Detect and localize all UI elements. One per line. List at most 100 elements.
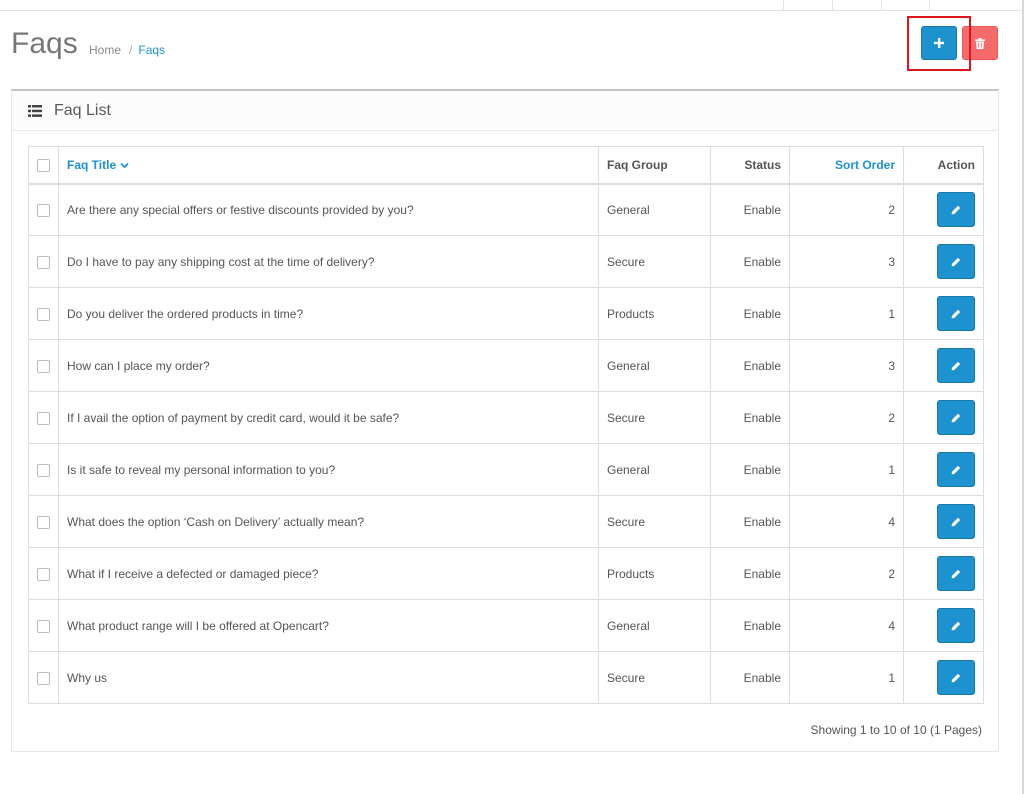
row-select-cell xyxy=(28,235,59,288)
edit-button[interactable] xyxy=(937,504,975,539)
faq-group-cell: Secure xyxy=(598,391,711,444)
sort-order-cell: 2 xyxy=(789,391,904,444)
row-checkbox[interactable] xyxy=(37,359,50,373)
pencil-icon xyxy=(951,413,961,422)
pencil-icon xyxy=(951,465,961,474)
page-title: Faqs xyxy=(11,27,78,60)
faq-group-cell: Secure xyxy=(598,495,711,548)
action-cell xyxy=(903,235,984,288)
top-bar-divider xyxy=(783,0,784,11)
faq-group-cell: Secure xyxy=(598,235,711,288)
faq-list-panel: Faq List Faq Title Faq Group Status Sort… xyxy=(11,89,999,752)
status-cell: Enable xyxy=(710,391,790,444)
sort-order-cell: 4 xyxy=(789,599,904,652)
edit-button[interactable] xyxy=(937,192,975,228)
row-select-cell xyxy=(28,339,59,392)
sort-order-cell: 1 xyxy=(789,287,904,340)
breadcrumb-home-link[interactable]: Home xyxy=(89,43,121,57)
table-row: How can I place my order? General Enable 3 xyxy=(28,339,984,392)
row-select-cell xyxy=(28,547,59,600)
action-cell xyxy=(903,495,984,548)
edit-button[interactable] xyxy=(937,244,975,279)
column-header-status: Status xyxy=(710,146,790,185)
pencil-icon xyxy=(951,673,961,682)
status-cell: Enable xyxy=(710,287,790,340)
table-row: What does the option ‘Cash on Delivery’ … xyxy=(28,495,984,548)
column-header-title[interactable]: Faq Title xyxy=(58,146,599,185)
status-cell: Enable xyxy=(710,495,790,548)
column-header-title-label: Faq Title xyxy=(67,157,117,172)
faq-title-cell: Are there any special offers or festive … xyxy=(58,183,599,236)
status-cell: Enable xyxy=(710,599,790,652)
breadcrumb-separator: / xyxy=(129,43,133,57)
faq-group-cell: Products xyxy=(598,547,711,600)
pencil-icon xyxy=(951,309,961,318)
sort-order-cell: 2 xyxy=(789,547,904,600)
faq-title-cell: What does the option ‘Cash on Delivery’ … xyxy=(58,495,599,548)
table-row: If I avail the option of payment by cred… xyxy=(28,391,984,444)
faq-group-cell: Products xyxy=(598,287,711,340)
row-select-cell xyxy=(28,495,59,548)
edit-button[interactable] xyxy=(937,608,975,643)
action-cell xyxy=(903,651,984,704)
row-checkbox[interactable] xyxy=(37,307,50,321)
table-header-row: Faq Title Faq Group Status Sort Order Ac… xyxy=(28,146,984,185)
faq-title-cell: Why us xyxy=(58,651,599,704)
table-row: What if I receive a defected or damaged … xyxy=(28,547,984,600)
faq-group-cell: General xyxy=(598,443,711,496)
row-select-cell xyxy=(28,651,59,704)
edit-button[interactable] xyxy=(937,296,975,331)
row-checkbox[interactable] xyxy=(37,411,50,425)
pencil-icon xyxy=(951,569,961,578)
edit-button[interactable] xyxy=(937,660,975,695)
faq-group-cell: General xyxy=(598,339,711,392)
status-cell: Enable xyxy=(710,547,790,600)
action-cell xyxy=(903,183,984,236)
sort-order-cell: 1 xyxy=(789,651,904,704)
top-bar xyxy=(0,0,1024,11)
row-select-cell xyxy=(28,287,59,340)
faq-title-cell: If I avail the option of payment by cred… xyxy=(58,391,599,444)
select-all-checkbox[interactable] xyxy=(37,158,50,172)
table-row: Are there any special offers or festive … xyxy=(28,183,984,236)
faq-group-cell: General xyxy=(598,599,711,652)
top-bar-divider xyxy=(929,0,930,11)
faq-title-cell: Do you deliver the ordered products in t… xyxy=(58,287,599,340)
faq-title-cell: What product range will I be offered at … xyxy=(58,599,599,652)
column-header-action: Action xyxy=(903,146,984,185)
table-row: Why us Secure Enable 1 xyxy=(28,651,984,704)
sort-order-cell: 4 xyxy=(789,495,904,548)
column-header-sort-order[interactable]: Sort Order xyxy=(789,146,904,185)
table-body: Are there any special offers or festive … xyxy=(28,183,984,704)
breadcrumb-current-link[interactable]: Faqs xyxy=(138,43,165,57)
action-cell xyxy=(903,547,984,600)
status-cell: Enable xyxy=(710,183,790,236)
edit-button[interactable] xyxy=(937,452,975,487)
row-select-cell xyxy=(28,599,59,652)
highlight-box xyxy=(907,16,971,71)
row-checkbox[interactable] xyxy=(37,671,50,685)
row-checkbox[interactable] xyxy=(37,463,50,477)
row-checkbox[interactable] xyxy=(37,255,50,269)
faq-title-cell: Do I have to pay any shipping cost at th… xyxy=(58,235,599,288)
breadcrumb: Home / Faqs xyxy=(89,43,165,57)
sort-order-cell: 2 xyxy=(789,183,904,236)
row-checkbox[interactable] xyxy=(37,619,50,633)
faq-title-cell: What if I receive a defected or damaged … xyxy=(58,547,599,600)
sort-order-cell: 1 xyxy=(789,443,904,496)
faq-title-cell: Is it safe to reveal my personal informa… xyxy=(58,443,599,496)
edit-button[interactable] xyxy=(937,400,975,435)
row-checkbox[interactable] xyxy=(37,567,50,581)
row-checkbox[interactable] xyxy=(37,203,50,217)
row-select-cell xyxy=(28,183,59,236)
faq-title-cell: How can I place my order? xyxy=(58,339,599,392)
trash-icon xyxy=(975,37,985,49)
pencil-icon xyxy=(951,257,961,266)
column-header-group: Faq Group xyxy=(598,146,711,185)
edit-button[interactable] xyxy=(937,348,975,383)
table-row: Do you deliver the ordered products in t… xyxy=(28,287,984,340)
edit-button[interactable] xyxy=(937,556,975,591)
row-checkbox[interactable] xyxy=(37,515,50,529)
action-cell xyxy=(903,391,984,444)
action-cell xyxy=(903,287,984,340)
